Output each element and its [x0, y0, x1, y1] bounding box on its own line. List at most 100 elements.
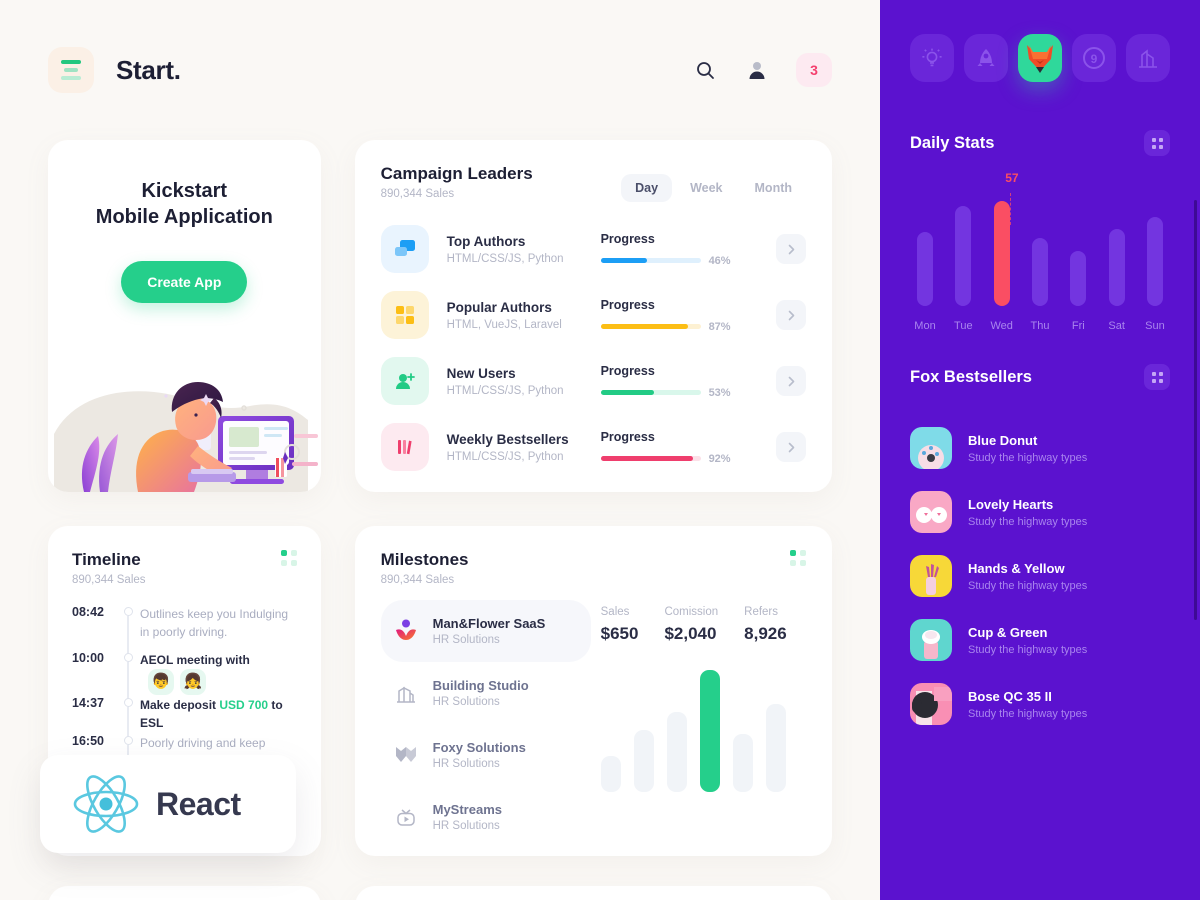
daily-bar-column: Sun — [1140, 217, 1170, 332]
stat-label: Sales — [600, 606, 630, 618]
timeline-time: 14:37 — [72, 696, 104, 710]
grid-menu-icon[interactable] — [280, 550, 297, 566]
attendee-avatars: 👦 👧 — [148, 669, 206, 695]
daily-bar-label: Thu — [1030, 320, 1050, 332]
timeline-time: 08:42 — [72, 605, 104, 619]
timeline-entry: 10:00 AEOL meeting with 👦 👧 — [72, 650, 297, 705]
timeline-dot — [123, 607, 133, 616]
deposit-amount: USD 700 — [219, 698, 269, 712]
peek-card-right[interactable] — [354, 886, 832, 900]
milestone-bar — [666, 712, 687, 792]
bestsellers-header: Fox Bestsellers — [910, 364, 1170, 390]
chevron-right-icon[interactable] — [776, 432, 806, 462]
tab-day[interactable]: Day — [621, 174, 673, 202]
hearts-photo — [910, 491, 952, 533]
timeline-dot — [123, 698, 133, 707]
company-row[interactable]: Building Studio HR Solutions — [381, 662, 591, 724]
bestseller-row[interactable]: Cup & Green Study the highway types — [910, 608, 1170, 672]
bestseller-row[interactable]: Blue Donut Study the highway types — [910, 416, 1170, 480]
company-row[interactable]: Foxy Solutions HR Solutions — [381, 724, 591, 786]
progress-bar — [600, 390, 701, 395]
stat-sales: Sales $650 — [601, 606, 639, 644]
building-icon[interactable] — [1126, 34, 1170, 82]
stat-value: $650 — [600, 624, 639, 643]
page-title: Start. — [116, 54, 181, 85]
campaign-tech: HTML/CSS/JS, Python — [446, 450, 564, 463]
peak-value-label: 57 — [1005, 171, 1019, 185]
daily-stats-title: Daily Stats — [910, 133, 995, 152]
headphones-photo — [910, 683, 952, 725]
campaign-row[interactable]: New Users HTML/CSS/JS, Python Progress 5… — [380, 348, 806, 414]
sidebar-scrollbar[interactable] — [1194, 200, 1197, 620]
grid-menu-icon[interactable] — [1144, 130, 1170, 156]
progress-percent: 87% — [708, 320, 731, 333]
lightbulb-icon[interactable] — [910, 34, 954, 82]
campaign-row[interactable]: Top Authors HTML/CSS/JS, Python Progress… — [380, 216, 806, 282]
milestones-title: Milestones — [380, 550, 469, 569]
books-icon — [380, 423, 429, 471]
company-row[interactable]: MyStreams HR Solutions — [381, 786, 591, 848]
campaign-row[interactable]: Weekly Bestsellers HTML/CSS/JS, Python P… — [380, 414, 806, 480]
timeline-text: Outlines keep you Indulging in poorly dr… — [140, 607, 289, 639]
milestones-subtitle: 890,344 Sales — [380, 574, 455, 586]
timeline-title: Timeline — [72, 550, 141, 569]
progress-percent: 46% — [708, 254, 731, 267]
notification-badge[interactable]: 3 — [796, 53, 832, 87]
bestseller-text: Cup & Green Study the highway types — [968, 625, 1087, 656]
rocket-icon[interactable] — [964, 34, 1008, 82]
add-user-icon — [380, 357, 429, 405]
grid-squares-icon — [380, 291, 429, 339]
stats-row: Sales $650 Comission $2,040 Refers 8,926 — [601, 600, 806, 644]
peek-card-left[interactable] — [48, 886, 321, 900]
timeline-entry: 14:37 Make deposit USD 700 to ESL — [72, 695, 297, 743]
progress-bar — [600, 456, 701, 461]
search-icon[interactable] — [692, 57, 718, 83]
chevron-right-icon[interactable] — [776, 300, 806, 330]
campaign-tech: HTML/CSS/JS, Python — [446, 252, 564, 265]
fox-brand-icon[interactable] — [1018, 34, 1062, 82]
react-badge[interactable]: React — [40, 755, 296, 853]
bestseller-row[interactable]: Lovely Hearts Study the highway types — [910, 480, 1170, 544]
bestseller-text: Hands & Yellow Study the highway types — [968, 561, 1087, 592]
hands-photo — [910, 555, 952, 597]
bestseller-name: Cup & Green — [968, 624, 1048, 640]
chevron-right-icon[interactable] — [776, 234, 806, 264]
daily-bar — [1070, 251, 1087, 306]
svg-text:9: 9 — [1091, 52, 1098, 66]
campaign-list: Top Authors HTML/CSS/JS, Python Progress… — [380, 216, 806, 480]
peak-leader-line — [1010, 193, 1012, 225]
stat-commission: Comission $2,040 — [664, 606, 718, 644]
campaign-row[interactable]: Popular Authors HTML, VueJS, Laravel Pro… — [380, 282, 806, 348]
bestseller-name: Hands & Yellow — [968, 560, 1065, 576]
create-app-button[interactable]: Create App — [121, 260, 248, 303]
chevron-right-icon[interactable] — [776, 366, 806, 396]
company-row[interactable]: Man&Flower SaaS HR Solutions — [380, 600, 591, 662]
nine-circle-icon[interactable]: 9 — [1072, 34, 1116, 82]
bestseller-sub: Study the highway types — [968, 579, 1088, 592]
hamburger-menu-icon[interactable] — [48, 47, 94, 93]
bestseller-row[interactable]: Bose QC 35 II Study the highway types — [910, 672, 1170, 736]
tab-month[interactable]: Month — [741, 174, 806, 202]
progress-bar — [600, 258, 701, 263]
timeline-dot — [123, 653, 133, 662]
company-name: MyStreams — [432, 802, 502, 817]
tv-play-icon — [391, 806, 421, 828]
grid-menu-icon[interactable] — [1144, 364, 1170, 390]
stat-value: $2,040 — [664, 624, 717, 643]
campaign-tech: HTML/CSS/JS, Python — [446, 384, 564, 397]
daily-bar-label: Tue — [954, 320, 973, 332]
milestone-bar — [765, 704, 786, 792]
bestseller-row[interactable]: Hands & Yellow Study the highway types — [910, 544, 1170, 608]
tab-week[interactable]: Week — [676, 174, 736, 202]
building-icon — [391, 682, 421, 704]
fox-icon — [391, 745, 421, 765]
bestsellers-title: Fox Bestsellers — [910, 367, 1032, 386]
user-account-icon[interactable] — [744, 57, 770, 83]
grid-menu-icon[interactable] — [790, 550, 806, 566]
bestseller-sub: Study the highway types — [968, 707, 1088, 720]
avatar: 👦 — [148, 669, 174, 695]
bestseller-sub: Study the highway types — [968, 643, 1088, 656]
cup-photo — [910, 619, 952, 661]
milestones-card: Milestones 890,344 Sales Man&Flower SaaS… — [354, 526, 832, 856]
daily-bar-label: Wed — [990, 320, 1013, 332]
